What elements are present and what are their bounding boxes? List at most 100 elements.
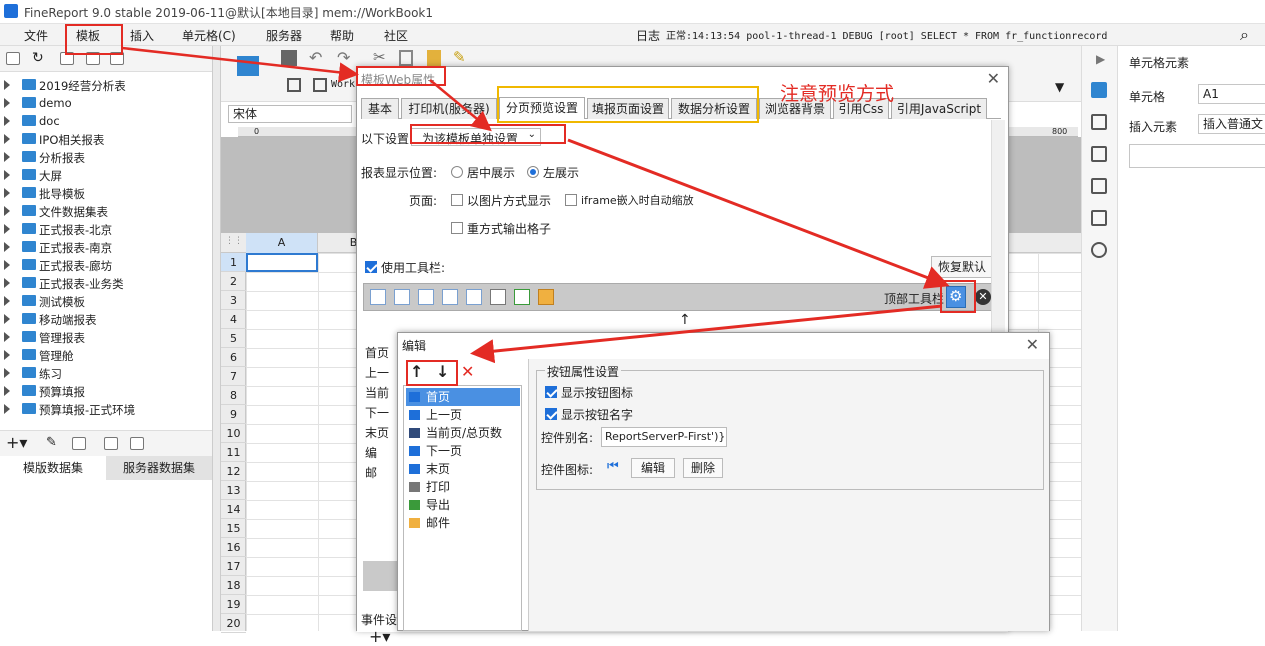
brush-icon[interactable]: ✎	[453, 48, 466, 66]
delete-icon[interactable]	[110, 52, 124, 65]
undo-icon[interactable]: ↶	[309, 48, 322, 67]
delete-icon-button[interactable]: 删除	[683, 458, 723, 478]
insert-cell-icon[interactable]	[287, 78, 301, 92]
pin-icon[interactable]: ▼	[1055, 80, 1064, 94]
row-header[interactable]: 6	[221, 348, 246, 367]
tree-item[interactable]: 文件数据集表	[0, 202, 212, 220]
border-icon[interactable]	[1091, 146, 1107, 162]
tree-item[interactable]: 分析报表	[0, 148, 212, 166]
list-item[interactable]: 导出	[406, 496, 520, 514]
row-header[interactable]: 15	[221, 519, 246, 538]
selected-cell-a1[interactable]	[246, 253, 318, 272]
expand-caret-icon[interactable]	[4, 134, 10, 144]
open-folder-icon[interactable]	[6, 52, 20, 65]
list-item[interactable]: 上一页	[406, 406, 520, 424]
checkbox-image[interactable]	[451, 194, 463, 206]
row-header[interactable]: 8	[221, 386, 246, 405]
row-header[interactable]: 3	[221, 291, 246, 310]
tree-item[interactable]: 管理报表	[0, 328, 212, 346]
list-item[interactable]: 下一页	[406, 442, 520, 460]
toolbar-remove-icon[interactable]: ✕	[975, 289, 991, 305]
expand-caret-icon[interactable]	[4, 386, 10, 396]
expand-caret-icon[interactable]	[4, 314, 10, 324]
delete-item-icon[interactable]: ✕	[461, 362, 474, 381]
row-header[interactable]: 9	[221, 405, 246, 424]
menu-file[interactable]: 文件	[24, 27, 48, 44]
list-item[interactable]: 邮件	[406, 514, 520, 532]
tree-item[interactable]: 预算填报-正式环境	[0, 400, 212, 418]
cell-attribute-icon[interactable]	[1091, 114, 1107, 130]
log-label[interactable]: 日志	[636, 27, 660, 44]
column-a[interactable]: A	[246, 233, 318, 253]
expand-caret-icon[interactable]	[4, 260, 10, 270]
row-header[interactable]: 20	[221, 614, 246, 633]
expand-caret-icon[interactable]	[4, 404, 10, 414]
move-up-icon[interactable]: ↑	[410, 362, 423, 381]
close-icon[interactable]: ✕	[987, 69, 1000, 88]
tree-item[interactable]: 预算填报	[0, 382, 212, 400]
hyperlink-icon[interactable]	[1091, 242, 1107, 258]
edit-close-icon[interactable]: ✕	[1026, 335, 1039, 354]
expand-caret-icon[interactable]	[4, 152, 10, 162]
tree-item[interactable]: 移动端报表	[0, 310, 212, 328]
menu-help[interactable]: 帮助	[330, 27, 354, 44]
cut-icon[interactable]: ✂	[373, 48, 386, 66]
checkbox-show-icon[interactable]	[545, 386, 557, 398]
preview-icon[interactable]	[104, 437, 118, 450]
menu-server[interactable]: 服务器	[266, 27, 302, 44]
row-header[interactable]: 10	[221, 424, 246, 443]
expand-caret-icon[interactable]	[4, 224, 10, 234]
expand-caret-icon[interactable]	[4, 350, 10, 360]
list-item[interactable]: 当前页/总页数	[406, 424, 520, 442]
row-header[interactable]: 11	[221, 443, 246, 462]
paste-icon[interactable]	[427, 50, 441, 66]
trash-icon[interactable]	[72, 437, 86, 450]
menu-community[interactable]: 社区	[384, 27, 408, 44]
row-header[interactable]: 19	[221, 595, 246, 614]
tree-item[interactable]: 正式报表-业务类	[0, 274, 212, 292]
edit-icon[interactable]: ✎	[46, 435, 57, 450]
expand-caret-icon[interactable]	[4, 98, 10, 108]
row-header[interactable]: 2	[221, 272, 246, 291]
expand-arrow-icon[interactable]: ▶	[1096, 52, 1105, 66]
dataset-icon[interactable]	[130, 437, 144, 450]
tree-item[interactable]: IPO相关报表	[0, 130, 212, 148]
expand-caret-icon[interactable]	[4, 80, 10, 90]
select-all-icon[interactable]: ⋮⋮	[225, 236, 243, 246]
tab-3[interactable]: 填报页面设置	[587, 98, 669, 119]
menu-insert[interactable]: 插入	[130, 27, 154, 44]
tree-item[interactable]: 2019经营分析表	[0, 76, 212, 94]
tree-item[interactable]: 正式报表-北京	[0, 220, 212, 238]
splitter[interactable]	[212, 46, 221, 631]
row-header[interactable]: 12	[221, 462, 246, 481]
edit-icon-button[interactable]: 编辑	[631, 458, 675, 478]
checkbox-iframe[interactable]	[565, 194, 577, 206]
expand-caret-icon[interactable]	[4, 368, 10, 378]
move-down-icon[interactable]: ↓	[436, 362, 449, 381]
expand-caret-icon[interactable]	[4, 242, 10, 252]
redo-icon[interactable]: ↷	[337, 48, 350, 67]
expand-caret-icon[interactable]	[4, 332, 10, 342]
radio-left[interactable]	[527, 166, 539, 178]
new-file-icon[interactable]	[60, 52, 74, 65]
expand-caret-icon[interactable]	[4, 206, 10, 216]
settings-select[interactable]: 为该模板单独设置 ⌄	[411, 128, 541, 146]
workbook-tab[interactable]: Work	[331, 79, 355, 90]
tree-item[interactable]: 正式报表-廊坊	[0, 256, 212, 274]
tree-item[interactable]: 练习	[0, 364, 212, 382]
row-header[interactable]: 4	[221, 310, 246, 329]
search-icon[interactable]: ⌕	[1240, 25, 1249, 45]
tree-item[interactable]: 测试模板	[0, 292, 212, 310]
insert-element-select[interactable]: 插入普通文	[1198, 114, 1265, 134]
tree-item[interactable]: 正式报表-南京	[0, 238, 212, 256]
expand-caret-icon[interactable]	[4, 296, 10, 306]
add-icon[interactable]: +▾	[6, 433, 27, 452]
menu-cell[interactable]: 单元格(C)	[182, 27, 236, 44]
widget-icon[interactable]	[1091, 178, 1107, 194]
font-family-select[interactable]: 宋体	[228, 105, 352, 123]
row-header[interactable]: 16	[221, 538, 246, 557]
content-input[interactable]	[1129, 144, 1265, 168]
tab-2[interactable]: 分页预览设置	[499, 97, 585, 119]
radio-center[interactable]	[451, 166, 463, 178]
checkbox-show-name[interactable]	[545, 408, 557, 420]
